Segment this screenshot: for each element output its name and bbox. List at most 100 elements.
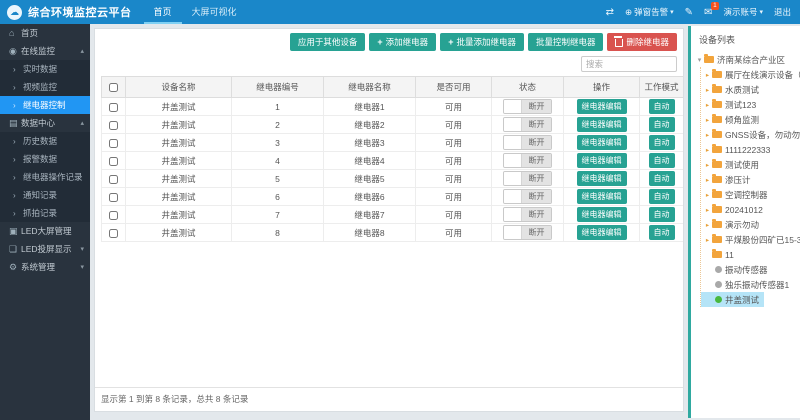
alarm-dropdown[interactable]: ⊕ 弹窗告警 ▾ xyxy=(625,6,674,18)
tree-item[interactable]: 11 xyxy=(701,247,800,262)
tree-item[interactable]: ▸展厅在线演示设备（勿动） xyxy=(701,67,800,82)
sidebar-group-data-center[interactable]: ▤ 数据中心 ▴ xyxy=(0,114,90,132)
work-mode-button[interactable]: 自动 xyxy=(649,117,675,132)
row-checkbox[interactable] xyxy=(109,103,118,112)
delete-relay-button[interactable]: 删除继电器 xyxy=(607,33,677,51)
table-row: 井盖测试 2 继电器2 可用 断开 继电器编辑 自动 xyxy=(102,116,684,134)
apply-other-devices-button[interactable]: 应用于其他设备 xyxy=(290,33,366,51)
relay-edit-button[interactable]: 继电器编辑 xyxy=(577,171,627,186)
row-checkbox[interactable] xyxy=(109,211,118,220)
row-checkbox[interactable] xyxy=(109,175,118,184)
nav-tab-home[interactable]: 首页 xyxy=(144,0,182,24)
relay-edit-button[interactable]: 继电器编辑 xyxy=(577,99,627,114)
tree-item[interactable]: ▸20241012 xyxy=(701,202,800,217)
search-input[interactable] xyxy=(581,56,677,72)
tree-item[interactable]: ▸水质测试 xyxy=(701,82,800,97)
relay-edit-button[interactable]: 继电器编辑 xyxy=(577,189,627,204)
relay-edit-button[interactable]: 继电器编辑 xyxy=(577,117,627,132)
table-row: 井盖测试 4 继电器4 可用 断开 继电器编辑 自动 xyxy=(102,152,684,170)
table-row: 井盖测试 3 继电器3 可用 断开 继电器编辑 自动 xyxy=(102,134,684,152)
relay-edit-button[interactable]: 继电器编辑 xyxy=(577,135,627,150)
sidebar-group-online-monitor[interactable]: ◉ 在线监控 ▴ xyxy=(0,42,90,60)
available: 可用 xyxy=(416,98,492,116)
relay-state-toggle[interactable]: 断开 xyxy=(503,153,552,168)
sidebar-item-history-data[interactable]: › 历史数据 xyxy=(0,132,90,150)
toggle-handle xyxy=(504,100,522,113)
relay-state-toggle[interactable]: 断开 xyxy=(503,135,552,150)
relay-edit-button[interactable]: 继电器编辑 xyxy=(577,207,627,222)
tree-item-sensor[interactable]: 独乐振动传感器1 xyxy=(701,277,800,292)
button-label: 添加继电器 xyxy=(386,36,429,48)
select-all-checkbox[interactable] xyxy=(109,83,118,92)
row-checkbox[interactable] xyxy=(109,229,118,238)
tree-item[interactable]: ▸测试使用 xyxy=(701,157,800,172)
tree-item[interactable]: ▸倾角监测 xyxy=(701,112,800,127)
tree-item-sensor[interactable]: 振动传感器 xyxy=(701,262,800,277)
work-mode-button[interactable]: 自动 xyxy=(649,99,675,114)
tree-item[interactable]: ▸演示勿动 xyxy=(701,217,800,232)
work-mode-button[interactable]: 自动 xyxy=(649,189,675,204)
sidebar-item-relay-op-log[interactable]: › 继电器操作记录 xyxy=(0,168,90,186)
swap-icon[interactable]: ⇄ xyxy=(606,7,614,18)
row-checkbox[interactable] xyxy=(109,139,118,148)
batch-add-relay-button[interactable]: + 批量添加继电器 xyxy=(440,33,524,51)
logout-button[interactable]: 退出 xyxy=(774,6,791,18)
tree-item[interactable]: ▸渗压计 xyxy=(701,172,800,187)
sidebar-label: 系统管理 xyxy=(21,261,55,273)
online-status-icon xyxy=(715,296,722,303)
relay-state-toggle[interactable]: 断开 xyxy=(503,207,552,222)
tree-children: ▸展厅在线演示设备（勿动） ▸水质测试 ▸测试123 ▸倾角监测 ▸GNSS设备… xyxy=(700,67,800,307)
relay-state-toggle[interactable]: 断开 xyxy=(503,117,552,132)
folder-icon xyxy=(712,176,722,183)
batch-control-relay-button[interactable]: 批量控制继电器 xyxy=(528,33,604,51)
toggle-handle xyxy=(504,208,522,221)
sidebar-item-snapshot-log[interactable]: › 抓拍记录 xyxy=(0,204,90,222)
row-checkbox[interactable] xyxy=(109,121,118,130)
tree-root[interactable]: ▾ 济南某综合产业区 xyxy=(691,52,800,67)
relay-name: 继电器2 xyxy=(324,116,416,134)
work-mode-button[interactable]: 自动 xyxy=(649,171,675,186)
tree-item-sensor-selected[interactable]: 井盖测试 xyxy=(701,292,764,307)
tree-item[interactable]: ▸GNSS设备，勿动勿改 xyxy=(701,127,800,142)
notifications-button[interactable]: ✉ 1 xyxy=(704,7,712,18)
row-checkbox[interactable] xyxy=(109,193,118,202)
relay-state-toggle[interactable]: 断开 xyxy=(503,171,552,186)
tree-label: 11 xyxy=(725,250,734,260)
folder-icon xyxy=(712,131,722,138)
work-mode-button[interactable]: 自动 xyxy=(649,153,675,168)
sidebar-item-realtime-data[interactable]: › 实时数据 xyxy=(0,60,90,78)
sidebar-item-notify-log[interactable]: › 通知记录 xyxy=(0,186,90,204)
sidebar-label: 通知记录 xyxy=(23,189,57,201)
relay-no: 8 xyxy=(232,224,324,242)
add-relay-button[interactable]: + 添加继电器 xyxy=(369,33,436,51)
relay-edit-button[interactable]: 继电器编辑 xyxy=(577,153,627,168)
relay-edit-button[interactable]: 继电器编辑 xyxy=(577,225,627,240)
edit-icon[interactable]: ✎ xyxy=(685,7,693,18)
tree-item[interactable]: ▸平煤股份四矿已15-31010 xyxy=(701,232,800,247)
sidebar-item-relay-control[interactable]: › 继电器控制 xyxy=(0,96,90,114)
tree-item[interactable]: ▸空调控制器 xyxy=(701,187,800,202)
work-mode-button[interactable]: 自动 xyxy=(649,225,675,240)
nav-tab-bigscreen[interactable]: 大屏可视化 xyxy=(182,0,247,24)
relay-state-toggle[interactable]: 断开 xyxy=(503,189,552,204)
work-mode-button[interactable]: 自动 xyxy=(649,135,675,150)
account-dropdown[interactable]: 演示账号 ▾ xyxy=(723,6,763,18)
caret-down-icon: ▾ xyxy=(80,263,84,271)
table-row: 井盖测试 7 继电器7 可用 断开 继电器编辑 自动 xyxy=(102,206,684,224)
tree-item[interactable]: ▸测试123 xyxy=(701,97,800,112)
sidebar-item-home[interactable]: ⌂ 首页 xyxy=(0,24,90,42)
work-mode-button[interactable]: 自动 xyxy=(649,207,675,222)
relay-state-toggle[interactable]: 断开 xyxy=(503,225,552,240)
sidebar-item-video-monitor[interactable]: › 视频监控 xyxy=(0,78,90,96)
tree-item[interactable]: ▸1111222333 xyxy=(701,142,800,157)
sidebar-group-system[interactable]: ⚙ 系统管理 ▾ xyxy=(0,258,90,276)
folder-icon xyxy=(712,206,722,213)
record-summary: 显示第 1 到第 8 条记录，总共 8 条记录 xyxy=(95,387,683,411)
chevron-right-icon: › xyxy=(13,137,23,146)
toggle-handle xyxy=(504,136,522,149)
relay-state-toggle[interactable]: 断开 xyxy=(503,99,552,114)
sidebar-item-alarm-data[interactable]: › 报警数据 xyxy=(0,150,90,168)
sidebar-item-led-manage[interactable]: ▣ LED大屏管理 xyxy=(0,222,90,240)
sidebar-group-led-display[interactable]: ❏ LED投屏显示 ▾ xyxy=(0,240,90,258)
row-checkbox[interactable] xyxy=(109,157,118,166)
